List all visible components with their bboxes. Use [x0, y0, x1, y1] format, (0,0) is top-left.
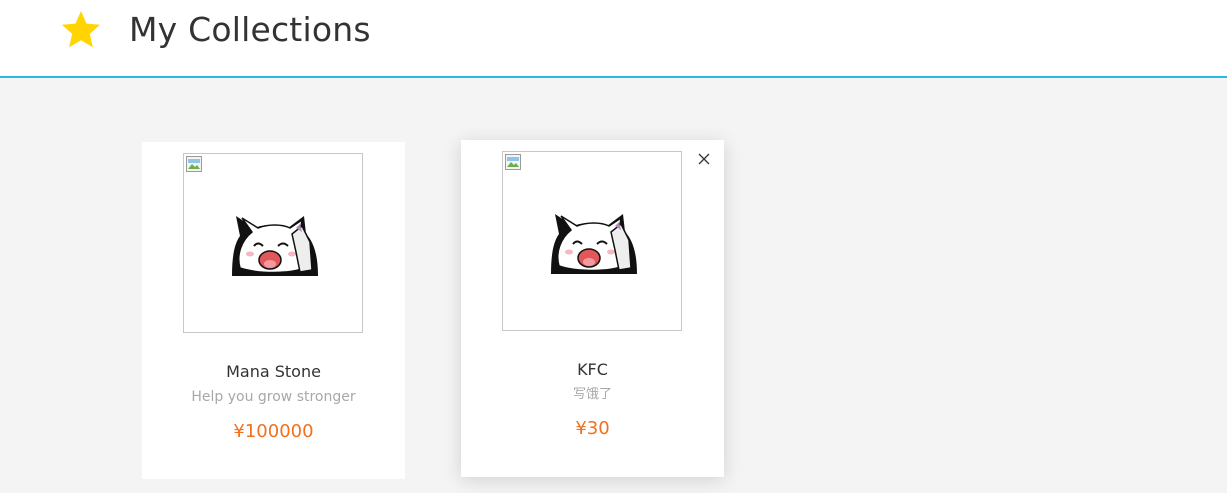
product-name[interactable]: Mana Stone	[142, 362, 405, 382]
page-header: My Collections	[0, 0, 1227, 78]
product-price: ¥30	[575, 418, 610, 439]
broken-image-icon	[505, 154, 521, 170]
star-icon	[62, 11, 100, 48]
cat-sticker-image	[232, 216, 318, 276]
cat-sticker-image	[551, 214, 637, 274]
product-image[interactable]	[502, 151, 682, 331]
product-name[interactable]: KFC	[461, 360, 724, 380]
product-price: ¥100000	[233, 421, 314, 442]
close-icon[interactable]	[698, 153, 710, 165]
collection-card[interactable]: Mana Stone Help you grow stronger ¥10000…	[142, 142, 405, 479]
product-description: Help you grow stronger	[191, 389, 356, 405]
product-image[interactable]	[183, 153, 363, 333]
collection-card[interactable]: KFC 写饿了 ¥30	[461, 140, 724, 477]
product-description: 写饿了	[572, 387, 612, 402]
page-title: My Collections	[129, 10, 371, 49]
broken-image-icon	[186, 156, 202, 172]
